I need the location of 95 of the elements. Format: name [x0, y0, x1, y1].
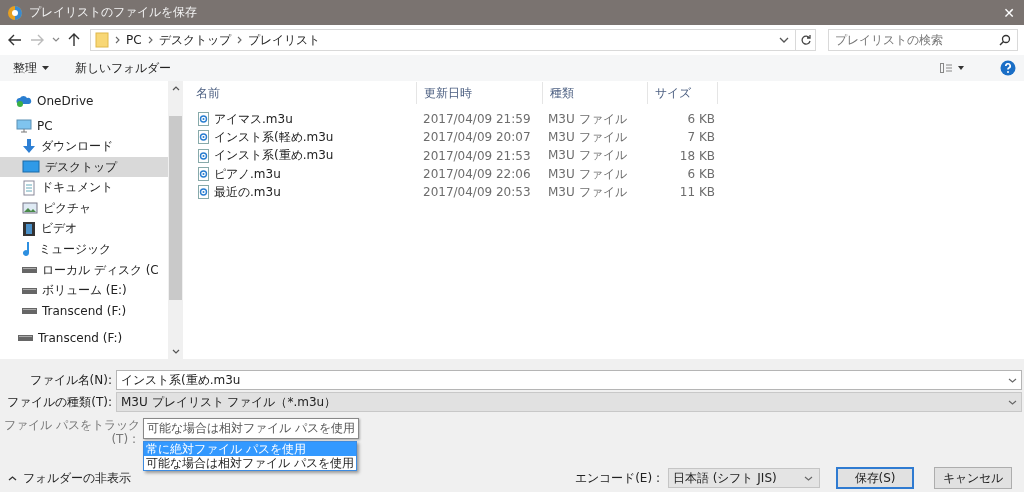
sidebar-item[interactable]: ローカル ディスク (C — [0, 259, 168, 281]
search-icon — [999, 34, 1011, 46]
sidebar-item[interactable]: PC — [0, 115, 168, 137]
cancel-button[interactable]: キャンセル — [934, 467, 1012, 489]
field-label: ファイルの種類(T): — [6, 393, 113, 411]
chevron-down-icon[interactable] — [52, 37, 60, 43]
close-button[interactable]: ✕ — [994, 0, 1024, 25]
file-type-dropdown[interactable]: M3U プレイリスト ファイル（*.m3u） — [116, 392, 1022, 412]
table-cell-text: 11 KB — [678, 185, 716, 200]
address-bar[interactable]: PC デスクトップ プレイリスト — [90, 29, 796, 51]
sidebar-item[interactable]: デスクトップ — [0, 156, 168, 178]
hide-folders-button[interactable]: フォルダーの非表示 — [8, 469, 131, 487]
sidebar-item[interactable]: ピクチャ — [0, 197, 168, 219]
breadcrumb-item[interactable]: デスクトップ — [158, 31, 231, 49]
drive-icon — [22, 308, 37, 315]
download-icon — [22, 138, 36, 155]
caret-icon — [42, 66, 49, 70]
chevron-down-icon — [804, 475, 813, 481]
column-header[interactable]: サイズ — [648, 82, 718, 104]
table-cell-text: M3U ファイル — [547, 147, 628, 165]
refresh-button[interactable] — [796, 29, 816, 51]
sidebar-item[interactable]: ドキュメント — [0, 177, 168, 198]
dropdown-option[interactable]: 可能な場合は相対ファイル パスを使用 — [144, 456, 356, 470]
playlist-file-icon — [198, 185, 209, 200]
sidebar-item[interactable]: ビデオ — [0, 218, 168, 240]
breadcrumb-item[interactable]: PC — [126, 33, 142, 47]
chevron-down-icon[interactable] — [779, 36, 789, 44]
sidebar-item[interactable]: ミュージック — [0, 239, 168, 260]
search-field[interactable]: プレイリストの検索 — [828, 29, 1018, 51]
window-title: プレイリストのファイルを保存 — [29, 4, 197, 21]
scrollbar[interactable] — [168, 81, 183, 359]
folder-icon — [95, 32, 109, 48]
back-icon[interactable] — [8, 34, 22, 46]
field-label: エンコード(E) : — [575, 469, 660, 487]
sidebar-item[interactable]: Transcend (F:) — [0, 327, 168, 349]
table-cell-text: 2017/04/09 21:53 — [422, 148, 532, 163]
table-cell-text: 6 KB — [686, 167, 716, 182]
table-cell-text: 2017/04/09 22:06 — [422, 167, 532, 182]
new-folder-button[interactable]: 新しいフォルダー — [75, 59, 171, 77]
sidebar-item[interactable]: OneDrive — [0, 91, 168, 112]
chevron-right-icon — [115, 36, 120, 44]
table-cell-text: M3U ファイル — [547, 183, 628, 201]
app-icon — [7, 4, 23, 21]
table-cell-text: M3U ファイル — [547, 165, 628, 183]
help-icon[interactable] — [1000, 60, 1016, 76]
table-cell-text: 6 KB — [686, 112, 716, 127]
picture-icon — [22, 201, 38, 216]
playlist-file-icon — [198, 112, 209, 127]
up-icon[interactable] — [68, 33, 80, 47]
file-name[interactable]: 最近の.m3u — [189, 183, 416, 201]
organize-menu[interactable]: 整理 — [13, 59, 49, 77]
column-header[interactable]: 名前 — [189, 82, 417, 104]
playlist-file-icon — [198, 148, 209, 163]
encoding-dropdown[interactable]: 日本語 (シフト JIS) — [668, 468, 820, 488]
playlist-file-icon — [198, 130, 209, 145]
table-cell-text: M3U ファイル — [547, 128, 628, 146]
table-cell-text: 2017/04/09 21:59 — [422, 112, 532, 127]
file-name-field[interactable]: インスト系(重め.m3u — [116, 370, 1022, 390]
table-cell-text: 2017/04/09 20:53 — [422, 185, 532, 200]
column-header[interactable]: 更新日時 — [417, 82, 543, 104]
film-icon — [22, 220, 36, 237]
refresh-icon — [799, 34, 812, 46]
chevron-up-icon[interactable] — [171, 86, 180, 91]
file-name[interactable]: インスト系(軽め.m3u — [189, 128, 416, 146]
chevron-right-icon — [236, 36, 242, 44]
drive-icon — [18, 334, 33, 341]
file-name[interactable]: ピアノ.m3u — [189, 165, 416, 183]
chevron-down-icon — [1008, 399, 1017, 405]
document-icon — [22, 179, 36, 196]
save-button[interactable]: 保存(S) — [836, 467, 914, 489]
desktop-icon — [22, 160, 40, 175]
table-cell-text: M3U ファイル — [547, 110, 628, 128]
table-cell-text: 7 KB — [686, 130, 716, 145]
field-label: ファイル パスをトラック (T) : — [3, 418, 141, 448]
view-options-icon[interactable] — [940, 63, 966, 73]
file-name[interactable]: インスト系(重め.m3u — [189, 147, 416, 165]
drive-icon — [22, 287, 37, 294]
table-cell-text: 2017/04/09 20:07 — [422, 130, 532, 145]
chevron-down-icon — [1008, 377, 1017, 383]
field-label: ファイル名(N): — [28, 371, 113, 389]
column-header[interactable]: 種類 — [543, 82, 648, 104]
chevron-down-icon[interactable] — [171, 349, 180, 354]
sidebar-item[interactable]: ボリューム (E:) — [0, 280, 168, 301]
playlist-file-icon — [198, 167, 209, 182]
drive-icon — [22, 267, 37, 274]
file-name[interactable]: アイマス.m3u — [189, 110, 416, 128]
computer-icon — [16, 118, 32, 133]
sidebar-item[interactable]: Transcend (F:) — [0, 300, 168, 322]
table-cell-text: 18 KB — [678, 148, 716, 163]
cloud-icon — [16, 94, 32, 109]
breadcrumb-item[interactable]: プレイリスト — [247, 31, 320, 49]
chevron-right-icon — [147, 36, 153, 44]
track-path-dropdown[interactable]: 可能な場合は相対ファイル パスを使用 — [143, 418, 359, 439]
sidebar-item[interactable]: ダウンロード — [0, 136, 168, 157]
chevron-up-icon — [8, 475, 17, 481]
